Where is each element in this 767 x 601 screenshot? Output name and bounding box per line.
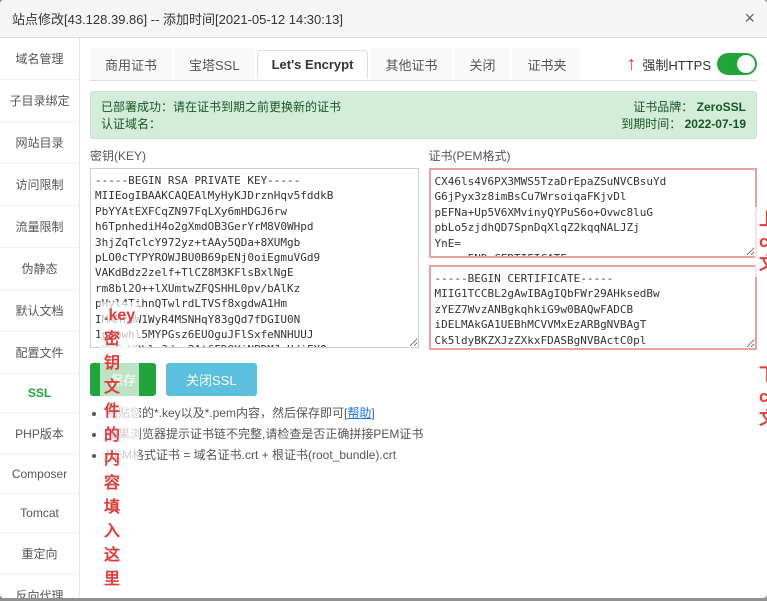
expire-row: 到期时间： 2022-07-19 bbox=[621, 115, 746, 132]
save-button[interactable]: 保存 bbox=[90, 363, 156, 396]
modal-overlay: 站点修改[43.128.39.86] -- 添加时间[2021-05-12 14… bbox=[0, 0, 767, 601]
key-label: 密钥(KEY) bbox=[90, 147, 419, 164]
button-row: 保存 关闭SSL bbox=[90, 363, 757, 396]
content-wrapper: 密钥(KEY) -----BEGIN RSA PRIVATE KEY----- … bbox=[90, 147, 757, 463]
status-right: 证书品牌： ZeroSSL 到期时间： 2022-07-19 bbox=[621, 98, 746, 132]
brand-row: 证书品牌： ZeroSSL bbox=[621, 98, 746, 115]
tab-cert-folder[interactable]: 证书夹 bbox=[512, 48, 581, 80]
notice-item-1: 粘贴您的*.key以及*.pem内容，然后保存即可[帮助] bbox=[106, 404, 757, 421]
close-ssl-button[interactable]: 关闭SSL bbox=[166, 363, 257, 396]
sidebar-item-redirect[interactable]: 重定向 bbox=[0, 533, 79, 575]
deployed-text: 已部署成功：请在证书到期之前更换新的证书 bbox=[101, 98, 341, 115]
tab-other-cert[interactable]: 其他证书 bbox=[370, 48, 452, 80]
sidebar-item-traffic[interactable]: 流量限制 bbox=[0, 206, 79, 248]
cert-column: 证书(PEM格式) CX46ls4V6PX3MWS5TzaDrEpaZSuNVC… bbox=[429, 147, 758, 353]
sidebar-item-config[interactable]: 配置文件 bbox=[0, 332, 79, 374]
sidebar-item-tomcat[interactable]: Tomcat bbox=[0, 494, 79, 533]
close-button[interactable]: × bbox=[744, 8, 755, 29]
sidebar-item-domain[interactable]: 域名管理 bbox=[0, 38, 79, 80]
key-textarea[interactable]: -----BEGIN RSA PRIVATE KEY----- MIIEogIB… bbox=[90, 168, 419, 348]
cert-top-textarea[interactable]: CX46ls4V6PX3MWS5TzaDrEpaZSuNVCBsuYd G6jP… bbox=[429, 168, 758, 258]
modal-title: 站点修改[43.128.39.86] -- 添加时间[2021-05-12 14… bbox=[12, 9, 343, 28]
sidebar-item-subdir[interactable]: 子目录绑定 bbox=[0, 80, 79, 122]
force-https-toggle-area: ↑ 强制HTTPS bbox=[626, 53, 757, 76]
tab-commercial-cert[interactable]: 商用证书 bbox=[90, 48, 172, 80]
key-column: 密钥(KEY) -----BEGIN RSA PRIVATE KEY----- … bbox=[90, 147, 419, 353]
tab-baota-ssl[interactable]: 宝塔SSL bbox=[174, 48, 255, 80]
sidebar-item-default-doc[interactable]: 默认文档 bbox=[0, 290, 79, 332]
status-left: 已部署成功：请在证书到期之前更换新的证书 认证域名： bbox=[101, 98, 341, 132]
sidebar-item-composer[interactable]: Composer bbox=[0, 455, 79, 494]
sidebar-item-rewrite[interactable]: 伪静态 bbox=[0, 248, 79, 290]
modal-header: 站点修改[43.128.39.86] -- 添加时间[2021-05-12 14… bbox=[0, 0, 767, 38]
force-https-label: 强制HTTPS bbox=[642, 55, 711, 74]
force-https-toggle[interactable] bbox=[717, 53, 757, 75]
modal: 站点修改[43.128.39.86] -- 添加时间[2021-05-12 14… bbox=[0, 0, 767, 598]
status-bar: 已部署成功：请在证书到期之前更换新的证书 认证域名： 证书品牌： ZeroSSL… bbox=[90, 91, 757, 139]
force-https-arrow: ↑ bbox=[626, 53, 636, 76]
key-cert-row: 密钥(KEY) -----BEGIN RSA PRIVATE KEY----- … bbox=[90, 147, 757, 353]
sidebar-item-webdir[interactable]: 网站目录 bbox=[0, 122, 79, 164]
domain-label: 认证域名： bbox=[101, 115, 341, 132]
cert-bottom-textarea[interactable]: -----BEGIN CERTIFICATE----- MIIG1TCCBL2g… bbox=[429, 265, 758, 350]
help-link[interactable]: 帮助 bbox=[347, 406, 371, 420]
sidebar-item-access[interactable]: 访问限制 bbox=[0, 164, 79, 206]
sidebar-item-reverse-proxy[interactable]: 反向代理 bbox=[0, 575, 79, 598]
modal-body: 域名管理 子目录绑定 网站目录 访问限制 流量限制 伪静态 默认文档 配置文件 … bbox=[0, 38, 767, 598]
tab-close[interactable]: 关闭 bbox=[454, 48, 510, 80]
main-content: 商用证书 宝塔SSL Let's Encrypt 其他证书 关闭 证书夹 ↑ 强… bbox=[80, 38, 767, 598]
tab-letsencrypt[interactable]: Let's Encrypt bbox=[257, 50, 369, 78]
sidebar: 域名管理 子目录绑定 网站目录 访问限制 流量限制 伪静态 默认文档 配置文件 … bbox=[0, 38, 80, 598]
notices-list: 粘贴您的*.key以及*.pem内容，然后保存即可[帮助] 如果浏览器提示证书链… bbox=[90, 404, 757, 463]
sidebar-item-ssl[interactable]: SSL bbox=[0, 374, 79, 413]
cert-label: 证书(PEM格式) bbox=[429, 147, 758, 164]
sidebar-item-php[interactable]: PHP版本 bbox=[0, 413, 79, 455]
notice-item-2: 如果浏览器提示证书链不完整,请检查是否正确拼接PEM证书 bbox=[106, 425, 757, 442]
tabs-row: 商用证书 宝塔SSL Let's Encrypt 其他证书 关闭 证书夹 ↑ 强… bbox=[90, 48, 757, 81]
notice-item-3: PEM格式证书 = 域名证书.crt + 根证书(root_bundle).cr… bbox=[106, 446, 757, 463]
